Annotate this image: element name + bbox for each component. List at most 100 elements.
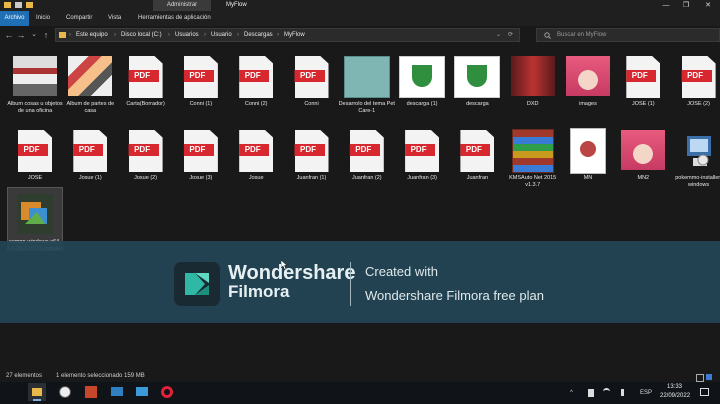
file-item[interactable]: PDF Conni (1) [174, 50, 228, 112]
filmora-divider [350, 262, 351, 306]
file-item[interactable]: KMSAuto Net 2015 v1.3.7 [506, 124, 560, 188]
file-name: JOSE (2) [687, 101, 710, 107]
details-view-icon[interactable] [696, 374, 704, 382]
file-item[interactable]: descarga (1) [395, 50, 449, 112]
file-item[interactable]: PDF Juanfran (1) [285, 124, 339, 186]
file-name: DXD [526, 101, 539, 107]
xampp-installer-icon [17, 194, 53, 234]
folder-icon [59, 32, 66, 38]
file-item[interactable]: descarga [450, 50, 504, 112]
file-item[interactable]: PDF Juanfran (2) [340, 124, 394, 186]
recent-locations-button[interactable]: ⌄ [29, 29, 39, 41]
tab-archivo[interactable]: Archivo [0, 11, 29, 26]
large-icons-view-icon[interactable] [706, 374, 712, 380]
quick-access-dropdown-icon[interactable] [36, 2, 40, 8]
breadcrumb-usuarios[interactable]: Usuarios [175, 29, 199, 41]
address-dropdown-button[interactable]: ⌄ [496, 29, 501, 41]
taskbar-powerpoint[interactable] [82, 383, 100, 401]
tab-vista[interactable]: Vista [108, 11, 121, 26]
file-name: Josue (1) [78, 175, 102, 181]
tray-chevron-icon[interactable]: ^ [570, 383, 573, 403]
file-item[interactable]: PDF JOSE [8, 124, 62, 186]
file-item[interactable]: Album cosas u objetos de una oficina [7, 50, 63, 114]
file-item[interactable]: Album de partes de casa [63, 50, 117, 114]
clock-time[interactable]: 13:33 [667, 384, 682, 390]
file-item[interactable]: Desarrolo del tema Pet Care-1 [338, 50, 395, 114]
breadcrumb-usuario[interactable]: Usuario [211, 29, 232, 41]
image-thumbnail [399, 56, 446, 98]
search-box[interactable]: Buscar en MyFlow [536, 28, 720, 42]
file-name: JOSE [27, 175, 43, 181]
file-name: Josue (2) [134, 175, 158, 181]
installer-icon [681, 130, 717, 170]
forward-button[interactable]: → [16, 29, 26, 41]
file-name: JOSE (1) [631, 101, 655, 107]
file-item[interactable]: PDF Josue (2) [119, 124, 173, 186]
breadcrumb-myflow[interactable]: MyFlow [284, 29, 305, 41]
refresh-button[interactable]: ⟳ [508, 29, 513, 41]
pdf-badge: PDF [294, 70, 325, 82]
breadcrumb-descargas[interactable]: Descargas [244, 29, 273, 41]
file-name: Conni (1) [189, 101, 213, 107]
minimize-button[interactable]: — [656, 0, 676, 11]
pdf-file-icon: PDF [18, 130, 52, 172]
image-thumbnail [570, 128, 606, 174]
file-item[interactable]: PDF Juanfran [450, 124, 504, 186]
file-item[interactable]: PDF Carta(Borrador) [119, 50, 173, 112]
file-name: Josue [248, 175, 264, 181]
tab-compartir[interactable]: Compartir [66, 11, 92, 26]
file-item[interactable]: PDF JOSE (1) [616, 50, 670, 112]
file-item[interactable]: PDF Juanfran (3) [395, 124, 449, 186]
file-item[interactable]: PDF Josue [229, 124, 283, 186]
pdf-badge: PDF [294, 144, 325, 156]
pdf-file-icon: PDF [128, 56, 163, 98]
crumb-separator: › [204, 32, 206, 38]
breadcrumb-disco-local[interactable]: Disco local (C:) [121, 29, 162, 41]
tab-herramientas[interactable]: Herramientas de aplicación [138, 11, 211, 26]
close-button[interactable]: ✕ [698, 0, 718, 11]
back-button[interactable]: ← [4, 29, 14, 41]
winrar-archive-icon [511, 129, 554, 173]
language-indicator[interactable]: ESP [640, 383, 652, 403]
properties-icon[interactable] [15, 2, 22, 8]
new-folder-icon[interactable] [26, 2, 33, 8]
battery-icon[interactable] [588, 389, 594, 397]
file-item[interactable]: PDF JOSE (2) [672, 50, 720, 112]
clock-date[interactable]: 22/09/2022 [660, 393, 690, 399]
image-thumbnail [621, 130, 666, 170]
maximize-button[interactable]: ❐ [676, 0, 696, 11]
filmora-created-with: Created with [365, 264, 438, 279]
search-input[interactable]: Buscar en MyFlow [557, 29, 606, 41]
file-item[interactable]: PDF Conni [285, 50, 339, 112]
pdf-file-icon: PDF [626, 56, 661, 98]
wifi-icon[interactable] [603, 388, 610, 398]
filmora-plan-text: Wondershare Filmora free plan [365, 288, 544, 303]
file-name: Desarrolo del tema Pet Care-1 [338, 101, 395, 114]
crumb-separator: › [69, 32, 71, 38]
notifications-icon[interactable] [700, 388, 709, 396]
pdf-badge: PDF [183, 70, 214, 82]
breadcrumb-este-equipo[interactable]: Este equipo [76, 29, 108, 41]
tab-inicio[interactable]: Inicio [36, 11, 50, 26]
pdf-badge: PDF [626, 70, 657, 82]
address-bar[interactable]: › Este equipo › Disco local (C:) › Usuar… [55, 28, 520, 42]
file-item[interactable]: PDF Conni (2) [229, 50, 283, 112]
file-item[interactable]: images [561, 50, 615, 112]
file-item[interactable]: DXD [506, 50, 560, 112]
taskbar-mail[interactable] [108, 383, 126, 401]
pdf-badge: PDF [239, 70, 270, 82]
taskbar-photos[interactable] [133, 383, 151, 401]
taskbar-file-explorer[interactable] [28, 383, 46, 401]
volume-icon[interactable] [621, 389, 630, 396]
file-item[interactable]: MN2 [616, 124, 670, 186]
folder-icon [32, 388, 42, 396]
file-item[interactable]: PDF Josue (3) [174, 124, 228, 186]
up-button[interactable]: ↑ [41, 29, 51, 41]
taskbar-opera[interactable] [158, 383, 176, 401]
file-item[interactable]: MN [561, 124, 615, 186]
pdf-file-icon: PDF [239, 130, 274, 172]
file-item[interactable]: pokemmo-installer-windows [672, 124, 720, 188]
taskbar-obs[interactable] [56, 383, 74, 401]
file-item[interactable]: PDF Josue (1) [63, 124, 117, 186]
context-tab-administrar[interactable]: Administrar [153, 0, 211, 11]
